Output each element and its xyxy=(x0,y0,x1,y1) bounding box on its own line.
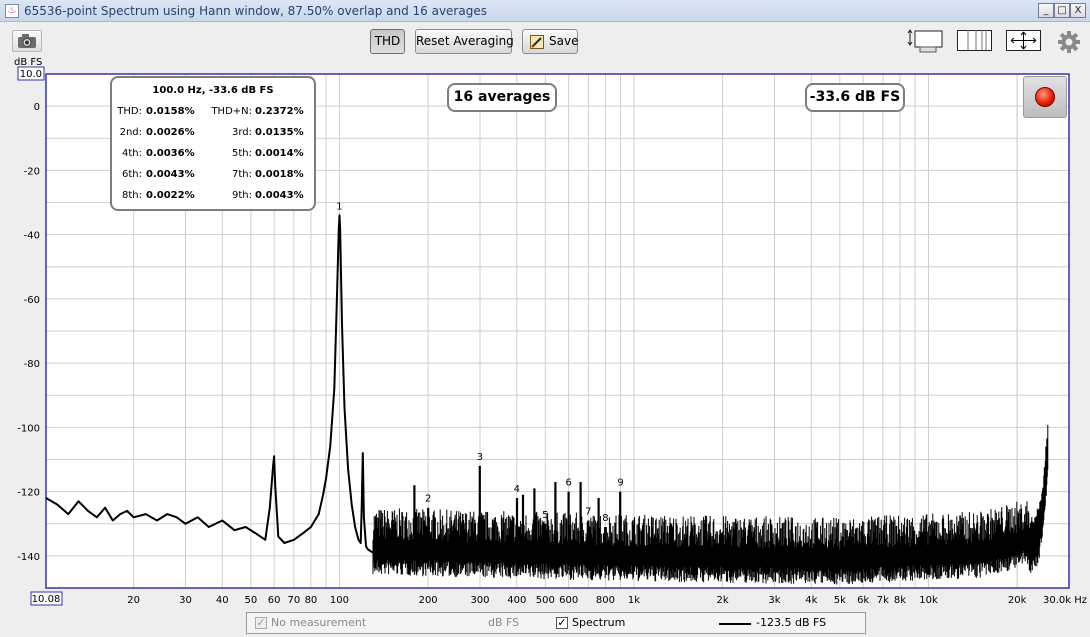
x-tick-label: 7k xyxy=(877,595,889,606)
x-tick-label: 40 xyxy=(216,595,229,606)
x-tick-label: 8k xyxy=(894,595,906,606)
legend-bar: ✓ No measurement dB FS ✓ Spectrum -123.5… xyxy=(246,612,866,634)
y-tick-label: -20 xyxy=(24,166,40,177)
record-button[interactable] xyxy=(1023,76,1067,118)
y-tick-label: -40 xyxy=(24,231,40,242)
y-tick-label: 0 xyxy=(34,102,40,113)
thd-row: 4th: 0.0036% 5th: 0.0014% xyxy=(112,148,314,162)
x-tick-label: 10k xyxy=(919,595,938,606)
x-tick-label: 200 xyxy=(419,595,438,606)
harmonic-marker: 3 xyxy=(477,452,483,463)
xmax-label: 30.0k Hz xyxy=(1043,595,1087,606)
x-tick-label: 100 xyxy=(330,595,349,606)
level-badge: -33.6 dB FS xyxy=(805,83,905,112)
x-tick-label: 50 xyxy=(244,595,257,606)
averages-badge: 16 averages xyxy=(447,83,557,112)
x-tick-label: 300 xyxy=(470,595,489,606)
x-tick-label: 5k xyxy=(834,595,846,606)
xmin-label: 10.08 xyxy=(32,594,61,605)
y-tick-label: -80 xyxy=(24,359,40,370)
x-tick-label: 60 xyxy=(268,595,281,606)
x-tick-label: 70 xyxy=(287,595,300,606)
x-tick-label: 400 xyxy=(507,595,526,606)
thd-value: 0.0036% xyxy=(146,148,195,159)
y-tick-label: -60 xyxy=(24,295,40,306)
x-tick-label: 80 xyxy=(305,595,318,606)
harmonic-marker: 6 xyxy=(565,478,571,489)
harmonic-marker: 4 xyxy=(514,484,520,495)
fundamental-readout: 100.0 Hz, -33.6 dB FS xyxy=(152,85,274,96)
x-tick-label: 20 xyxy=(127,595,140,606)
thd-row: 2nd: 0.0026% 3rd: 0.0135% xyxy=(112,127,314,141)
x-tick-label: 500 xyxy=(536,595,555,606)
thd-value: 0.0158% xyxy=(146,106,195,117)
x-tick-label: 4k xyxy=(805,595,817,606)
thd-value: 0.0022% xyxy=(146,190,195,201)
harmonic-marker: 7 xyxy=(585,507,591,518)
x-tick-label: 6k xyxy=(857,595,869,606)
x-tick-label: 2k xyxy=(717,595,729,606)
trace-value-label: -123.5 dB FS xyxy=(756,616,827,629)
thd-label: 8th: xyxy=(122,190,142,201)
x-tick-label: 30 xyxy=(179,595,192,606)
thd-value: 0.2372% xyxy=(255,106,304,117)
spectrum-label: Spectrum xyxy=(572,616,626,629)
thd-label: 2nd: xyxy=(119,127,142,138)
no-measurement-checkbox[interactable]: ✓ xyxy=(255,617,267,629)
record-icon xyxy=(1035,87,1055,107)
x-tick-label: 600 xyxy=(559,595,578,606)
x-tick-label: 20k xyxy=(1008,595,1027,606)
y-tick-label: -100 xyxy=(17,423,40,434)
ymax-label: 10.0 xyxy=(20,69,42,80)
thd-value: 0.0014% xyxy=(255,148,304,159)
thd-value: 0.0018% xyxy=(255,169,304,180)
thd-label: 3rd: xyxy=(231,127,252,138)
harmonic-marker: 8 xyxy=(602,513,608,524)
harmonic-marker: 2 xyxy=(425,494,431,505)
harmonic-marker: 5 xyxy=(542,510,548,521)
thd-value: 0.0043% xyxy=(146,169,195,180)
thd-label: 6th: xyxy=(122,169,142,180)
legend-unit-label: dB FS xyxy=(488,616,520,629)
thd-row: 6th: 0.0043% 7th: 0.0018% xyxy=(112,169,314,183)
trace-swatch xyxy=(719,623,751,625)
harmonic-marker: 1 xyxy=(336,201,342,212)
no-measurement-label: No measurement xyxy=(271,616,367,629)
thd-value: 0.0135% xyxy=(255,127,304,138)
thd-label: 9th: xyxy=(232,190,252,201)
thd-results-panel: 100.0 Hz, -33.6 dB FS THD: 0.0158% THD+N: 0… xyxy=(110,76,316,211)
thd-label: 5th: xyxy=(232,148,252,159)
y-tick-label: -120 xyxy=(17,488,40,499)
thd-value: 0.0043% xyxy=(255,190,304,201)
x-tick-label: 800 xyxy=(596,595,615,606)
x-tick-label: 1k xyxy=(628,595,640,606)
harmonic-marker: 9 xyxy=(617,478,623,489)
y-tick-label: -140 xyxy=(17,552,40,563)
thd-label: 4th: xyxy=(122,148,142,159)
thd-row: 8th: 0.0022% 9th: 0.0043% xyxy=(112,190,314,204)
thd-label: THD: xyxy=(117,106,142,117)
x-tick-label: 3k xyxy=(768,595,780,606)
thd-value: 0.0026% xyxy=(146,127,195,138)
spectrum-checkbox[interactable]: ✓ xyxy=(556,617,568,629)
thd-label: THD+N: xyxy=(211,106,252,117)
thd-label: 7th: xyxy=(232,169,252,180)
thd-row: THD: 0.0158% THD+N: 0.2372% xyxy=(112,106,314,120)
